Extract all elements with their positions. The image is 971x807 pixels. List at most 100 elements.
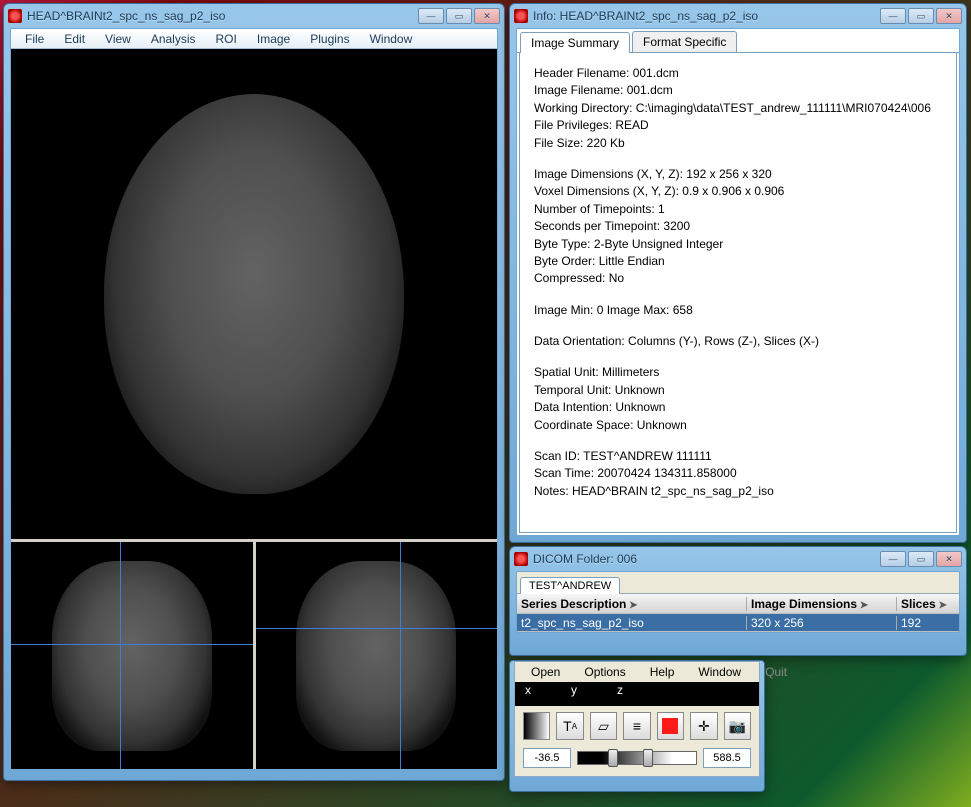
cell-image-dimensions: 320 x 256: [747, 616, 897, 630]
menu-window-tool[interactable]: Window: [686, 663, 753, 681]
java-icon: [514, 552, 528, 566]
info-line: Notes: HEAD^BRAIN t2_spc_ns_sag_p2_iso: [534, 483, 942, 500]
close-button[interactable]: ✕: [474, 8, 500, 24]
table-header: Series Description Image Dimensions Slic…: [517, 594, 959, 614]
slider-min-value[interactable]: -36.5: [523, 748, 571, 768]
coronal-viewport[interactable]: [11, 542, 253, 769]
viewer-window: HEAD^BRAINt2_spc_ns_sag_p2_iso — ▭ ✕ Fil…: [3, 3, 505, 781]
close-button[interactable]: ✕: [936, 551, 962, 567]
minimize-button[interactable]: —: [418, 8, 444, 24]
maximize-button[interactable]: ▭: [908, 8, 934, 24]
menu-open[interactable]: Open: [519, 663, 572, 681]
folder-window: DICOM Folder: 006 — ▭ ✕ TEST^ANDREW Seri…: [509, 546, 967, 656]
toolbox-buttons: TA ▱ ≡ ✛ 📷: [515, 706, 759, 740]
menu-window[interactable]: Window: [360, 30, 423, 48]
sagittal-viewport[interactable]: [253, 542, 498, 769]
minimize-button[interactable]: —: [880, 8, 906, 24]
info-line: Image Min: 0 Image Max: 658: [534, 302, 942, 319]
menu-view[interactable]: View: [95, 30, 141, 48]
crosshair-button[interactable]: ✛: [690, 712, 717, 740]
coord-x: x: [525, 683, 531, 697]
text-tool-button[interactable]: TA: [556, 712, 583, 740]
crosshair-horizontal: [11, 644, 253, 645]
cell-slices: 192: [897, 616, 959, 630]
info-line: Byte Type: 2-Byte Unsigned Integer: [534, 236, 942, 253]
contrast-slider[interactable]: [577, 751, 697, 765]
viewer-titlebar[interactable]: HEAD^BRAINt2_spc_ns_sag_p2_iso — ▭ ✕: [4, 4, 504, 28]
lut-button[interactable]: [523, 712, 550, 740]
slider-max-value[interactable]: 588.5: [703, 748, 751, 768]
menu-roi[interactable]: ROI: [206, 30, 247, 48]
cell-series-description: t2_spc_ns_sag_p2_iso: [517, 616, 747, 630]
info-line: Byte Order: Little Endian: [534, 253, 942, 270]
info-line: Temporal Unit: Unknown: [534, 382, 942, 399]
info-line: Coordinate Space: Unknown: [534, 417, 942, 434]
coord-y: y: [571, 683, 577, 697]
info-line: Number of Timepoints: 1: [534, 201, 942, 218]
info-line: Header Filename: 001.dcm: [534, 65, 942, 82]
col-image-dimensions[interactable]: Image Dimensions: [747, 597, 897, 611]
info-line: Seconds per Timepoint: 3200: [534, 218, 942, 235]
menu-plugins[interactable]: Plugins: [300, 30, 359, 48]
coord-z: z: [617, 683, 623, 697]
info-line: File Size: 220 Kb: [534, 135, 942, 152]
maximize-button[interactable]: ▭: [908, 551, 934, 567]
record-button[interactable]: [657, 712, 684, 740]
col-slices[interactable]: Slices: [897, 597, 959, 611]
menu-quit[interactable]: Quit: [753, 663, 799, 681]
col-series-description[interactable]: Series Description: [517, 597, 747, 611]
viewer-canvas-area: [11, 49, 497, 769]
info-line: Working Directory: C:\imaging\data\TEST_…: [534, 100, 942, 117]
info-line: Image Dimensions (X, Y, Z): 192 x 256 x …: [534, 166, 942, 183]
axial-viewport[interactable]: [11, 49, 497, 539]
slider-thumb-low[interactable]: [608, 749, 618, 767]
slider-thumb-high[interactable]: [643, 749, 653, 767]
folder-title: DICOM Folder: 006: [533, 552, 637, 566]
tab-patient[interactable]: TEST^ANDREW: [520, 577, 620, 594]
brain-axial-image: [104, 94, 404, 494]
brain-coronal-image: [52, 561, 212, 751]
folder-titlebar[interactable]: DICOM Folder: 006 — ▭ ✕: [510, 547, 966, 571]
menu-file[interactable]: File: [15, 30, 54, 48]
info-line: Compressed: No: [534, 270, 942, 287]
info-line: Scan Time: 20070424 134311.858000: [534, 465, 942, 482]
info-line: Voxel Dimensions (X, Y, Z): 0.9 x 0.906 …: [534, 183, 942, 200]
menu-image[interactable]: Image: [247, 30, 300, 48]
tab-image-summary[interactable]: Image Summary: [520, 32, 630, 53]
minimize-button[interactable]: —: [880, 551, 906, 567]
info-line: Data Intention: Unknown: [534, 399, 942, 416]
viewer-title: HEAD^BRAINt2_spc_ns_sag_p2_iso: [27, 9, 225, 23]
camera-button[interactable]: 📷: [724, 712, 751, 740]
crosshair-horizontal: [256, 628, 498, 629]
info-text-panel: Header Filename: 001.dcm Image Filename:…: [519, 53, 957, 533]
brain-sagittal-image: [296, 561, 456, 751]
close-button[interactable]: ✕: [936, 8, 962, 24]
table-row[interactable]: t2_spc_ns_sag_p2_iso 320 x 256 192: [517, 614, 959, 632]
info-titlebar[interactable]: Info: HEAD^BRAINt2_spc_ns_sag_p2_iso — ▭…: [510, 4, 966, 28]
java-icon: [8, 9, 22, 23]
menu-options[interactable]: Options: [572, 663, 637, 681]
info-line: File Privileges: READ: [534, 117, 942, 134]
info-tabs: Image Summary Format Specific: [517, 29, 959, 53]
info-window: Info: HEAD^BRAINt2_spc_ns_sag_p2_iso — ▭…: [509, 3, 967, 543]
info-line: Scan ID: TEST^ANDREW 111111: [534, 448, 942, 465]
info-title: Info: HEAD^BRAINt2_spc_ns_sag_p2_iso: [533, 9, 758, 23]
crosshair-vertical: [400, 542, 401, 769]
tab-format-specific[interactable]: Format Specific: [632, 31, 737, 52]
viewer-menubar: File Edit View Analysis ROI Image Plugin…: [11, 29, 497, 49]
toolbox-window: Open Options Help Window Quit x y z TA ▱…: [509, 660, 765, 792]
info-line: Image Filename: 001.dcm: [534, 82, 942, 99]
menu-edit[interactable]: Edit: [54, 30, 95, 48]
menu-help[interactable]: Help: [638, 663, 687, 681]
slices-button[interactable]: ≡: [623, 712, 650, 740]
info-line: Data Orientation: Columns (Y-), Rows (Z-…: [534, 333, 942, 350]
toolbox-menubar: Open Options Help Window Quit: [515, 662, 759, 682]
contrast-slider-row: -36.5 588.5: [515, 740, 759, 768]
folder-tabstrip: TEST^ANDREW: [517, 572, 959, 594]
transform-button[interactable]: ▱: [590, 712, 617, 740]
menu-analysis[interactable]: Analysis: [141, 30, 206, 48]
info-line: Spatial Unit: Millimeters: [534, 364, 942, 381]
java-icon: [514, 9, 528, 23]
maximize-button[interactable]: ▭: [446, 8, 472, 24]
crosshair-vertical: [120, 542, 121, 769]
